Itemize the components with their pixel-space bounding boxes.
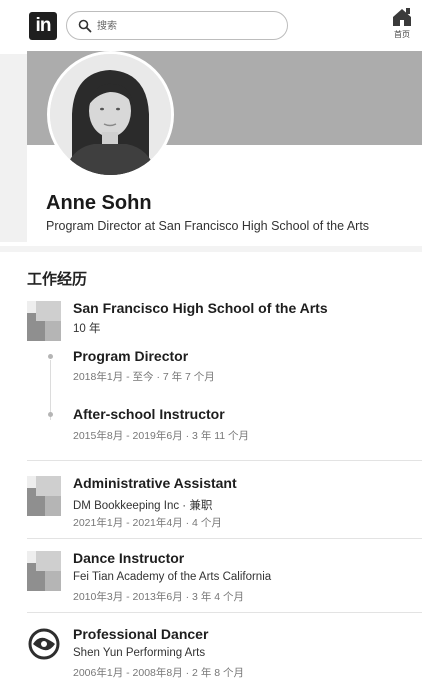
timeline-dot <box>48 412 53 417</box>
profile-name: Anne Sohn <box>46 192 152 214</box>
profile-headline: Program Director at San Francisco High S… <box>46 219 370 233</box>
experience-title[interactable]: Dance Instructor <box>73 550 184 566</box>
home-label: 首页 <box>394 30 410 39</box>
list-divider <box>27 612 422 613</box>
experience-dates: 2006年1月 - 2008年8月 · 2 年 8 个月 <box>73 667 244 679</box>
company-logo[interactable] <box>27 301 61 341</box>
experience-title[interactable]: Professional Dancer <box>73 626 208 642</box>
role-title[interactable]: Program Director <box>73 348 188 364</box>
experience-title[interactable]: Administrative Assistant <box>73 475 237 491</box>
side-strip <box>0 54 27 242</box>
experience-company: DM Bookkeeping Inc · 兼职 <box>73 500 213 512</box>
list-divider <box>27 460 422 461</box>
search-box[interactable] <box>66 11 288 40</box>
section-divider <box>0 246 422 252</box>
company-logo[interactable] <box>27 476 61 516</box>
top-bar: in 首页 <box>0 0 422 46</box>
home-icon <box>393 8 411 26</box>
role-dates: 2018年1月 - 至今 · 7 年 7 个月 <box>73 371 215 383</box>
avatar[interactable] <box>47 51 174 178</box>
profile-photo <box>50 54 171 175</box>
company-logo[interactable] <box>27 551 61 591</box>
role-title[interactable]: After-school Instructor <box>73 406 225 422</box>
search-icon <box>78 19 92 33</box>
list-divider <box>27 538 422 539</box>
timeline-dot <box>48 354 53 359</box>
role-dates: 2015年8月 - 2019年6月 · 3 年 11 个月 <box>73 430 250 442</box>
experience-company: Shen Yun Performing Arts <box>73 647 206 659</box>
timeline-line <box>50 360 51 420</box>
experience-dates: 2010年3月 - 2013年6月 · 3 年 4 个月 <box>73 591 244 603</box>
experience-company: Fei Tian Academy of the Arts California <box>73 571 272 583</box>
linkedin-logo[interactable]: in <box>29 12 57 40</box>
experience-section-title: 工作经历 <box>27 271 88 288</box>
experience-dates: 2021年1月 - 2021年4月 · 4 个月 <box>73 517 222 529</box>
home-nav-button[interactable]: 首页 <box>384 6 420 44</box>
search-input[interactable] <box>97 18 277 34</box>
shen-yun-logo[interactable] <box>27 627 61 661</box>
experience-company-name[interactable]: San Francisco High School of the Arts <box>73 300 328 316</box>
experience-company-duration: 10 年 <box>73 323 101 335</box>
